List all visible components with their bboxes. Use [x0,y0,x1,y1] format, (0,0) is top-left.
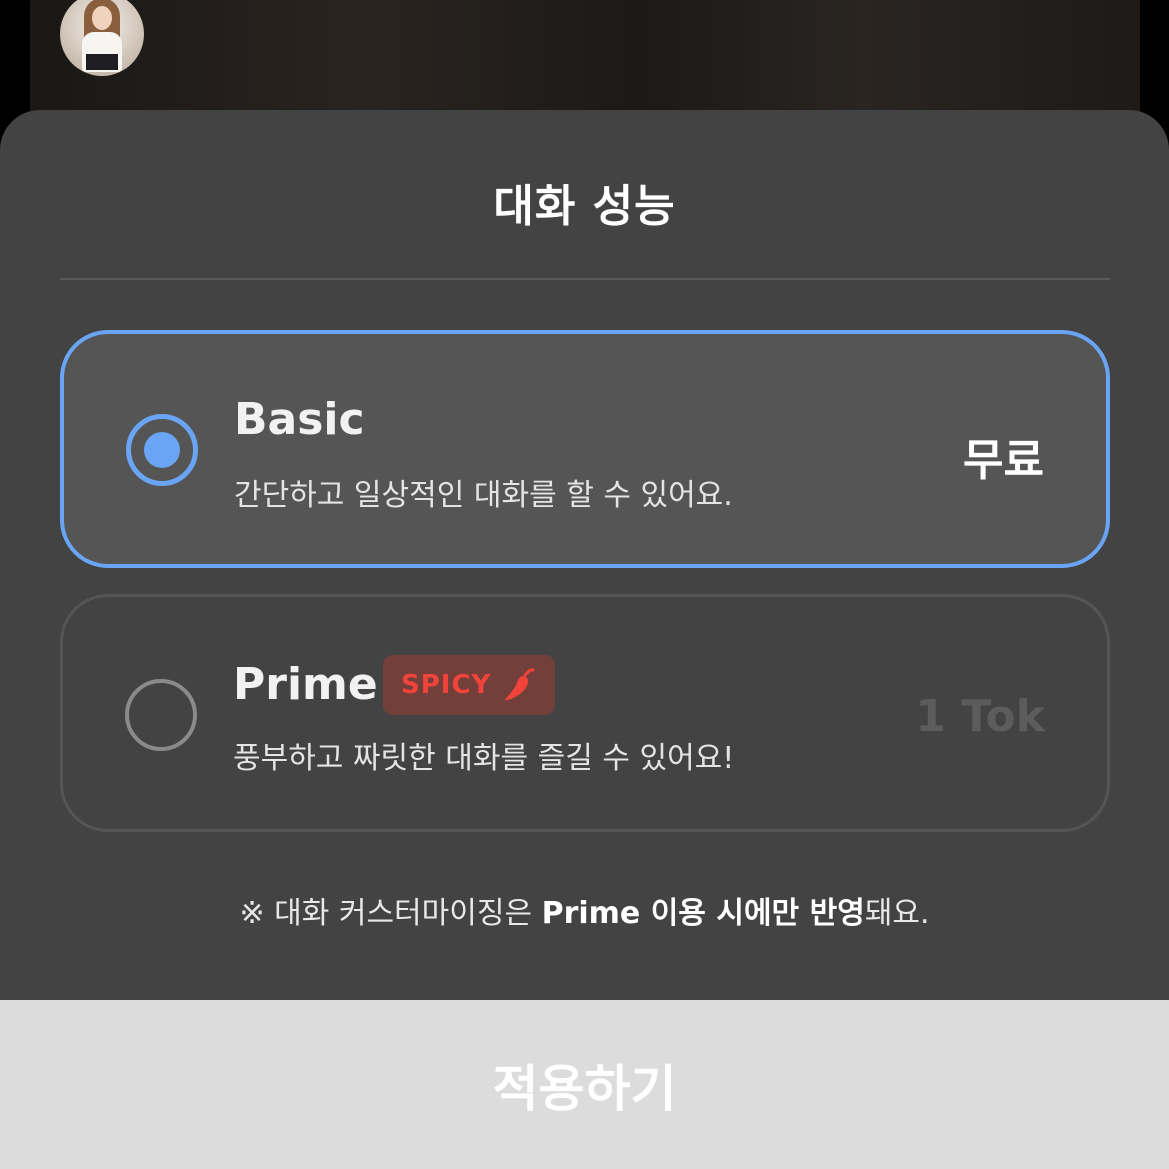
option-prime-description: 풍부하고 짜릿한 대화를 즐길 수 있어요! [233,741,735,776]
option-basic-price: 무료 [963,435,1044,486]
apply-button[interactable]: 적용하기 [0,1000,1169,1169]
option-basic[interactable]: Basic 간단하고 일상적인 대화를 할 수 있어요. 무료 [60,330,1110,568]
spicy-badge-label: SPICY [401,670,492,700]
note-emphasis: Prime 이용 시에만 반영 [541,896,865,931]
chili-pepper-icon [505,668,535,701]
radio-button-selected[interactable] [126,414,198,486]
radio-dot [144,432,180,468]
option-prime-price: 1 Tok [915,691,1045,742]
note-suffix: 돼요. [864,896,930,931]
note-prefix: ※ 대화 커스터마이징은 [239,896,542,931]
radio-button-unselected[interactable] [125,679,197,751]
option-basic-name: Basic [234,394,365,445]
customization-note: ※ 대화 커스터마이징은 Prime 이용 시에만 반영돼요. [0,888,1169,932]
spicy-badge: SPICY [383,655,556,715]
option-prime[interactable]: Prime SPICY 풍부하고 짜릿한 대화를 즐길 수 있어요! 1 Tok [60,594,1110,832]
divider [60,278,1110,280]
option-basic-description: 간단하고 일상적인 대화를 할 수 있어요. [234,478,733,513]
option-prime-name: Prime [233,659,378,710]
sheet-title: 대화 성능 [493,181,676,232]
performance-bottom-sheet: 대화 성능 Basic 간단하고 일상적인 대화를 할 수 있어요. 무료 Pr… [0,110,1169,1169]
